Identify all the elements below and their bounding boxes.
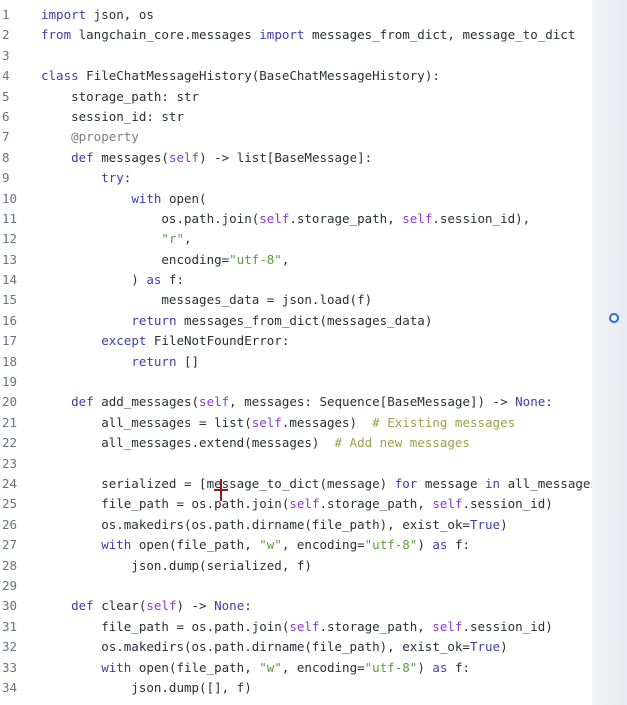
line-number: 24	[2, 475, 18, 491]
line-number: 11	[2, 210, 18, 226]
line-number: 10	[2, 190, 18, 206]
code-line[interactable]: os.makedirs(os.path.dirname(file_path), …	[41, 515, 592, 535]
line-number: 31	[2, 618, 18, 634]
code-line[interactable]: class FileChatMessageHistory(BaseChatMes…	[41, 66, 592, 86]
line-number: 22	[2, 435, 18, 451]
code-line[interactable]: @property	[41, 127, 592, 147]
line-number: 17	[2, 333, 18, 349]
line-number: 6	[2, 108, 10, 124]
code-line[interactable]	[41, 46, 592, 66]
code-line[interactable]: serialized = [message_to_dict(message) f…	[41, 474, 592, 494]
line-number: 15	[2, 292, 18, 308]
scrollbar-track[interactable]	[592, 0, 627, 705]
line-number: 14	[2, 272, 18, 288]
line-number: 8	[2, 149, 10, 165]
line-number: 12	[2, 231, 18, 247]
code-line[interactable]	[41, 576, 592, 596]
code-line[interactable]: def add_messages(self, messages: Sequenc…	[41, 392, 592, 412]
code-line[interactable]: file_path = os.path.join(self.storage_pa…	[41, 494, 592, 514]
code-line[interactable]: with open(	[41, 189, 592, 209]
line-number: 30	[2, 598, 18, 614]
code-line[interactable]: session_id: str	[41, 107, 592, 127]
code-line[interactable]	[41, 454, 592, 474]
code-line[interactable]: import json, os	[41, 5, 592, 25]
code-line[interactable]: from langchain_core.messages import mess…	[41, 25, 592, 45]
code-editor[interactable]: 1 2 3 4 5 6 7 8 9 10 11 12 13 14 15 16 17 18 19 20 21 22 23 24 2…	[0, 0, 592, 705]
line-number: 16	[2, 312, 18, 328]
line-number: 21	[2, 414, 18, 430]
line-number: 7	[2, 129, 10, 145]
code-line[interactable]: all_messages = list(self.messages) # Exi…	[41, 413, 592, 433]
mouse-cursor-icon	[214, 479, 228, 501]
line-number: 5	[2, 88, 10, 104]
line-number: 19	[2, 374, 18, 390]
line-number: 33	[2, 659, 18, 675]
code-line[interactable]: os.path.join(self.storage_path, self.ses…	[41, 209, 592, 229]
code-line[interactable]: all_messages.extend(messages) # Add new …	[41, 433, 592, 453]
line-number: 1	[2, 7, 10, 22]
line-number: 3	[2, 47, 10, 63]
line-number: 20	[2, 394, 18, 410]
code-line[interactable]: ) as f:	[41, 270, 592, 290]
line-number: 27	[2, 537, 18, 553]
code-area[interactable]: import json, os from langchain_core.messa…	[41, 5, 592, 698]
code-line[interactable]: with open(file_path, "w", encoding="utf-…	[41, 658, 592, 678]
scrollbar-thumb[interactable]	[609, 313, 619, 323]
line-number: 34	[2, 679, 18, 695]
code-line[interactable]: return []	[41, 352, 592, 372]
code-line[interactable]: file_path = os.path.join(self.storage_pa…	[41, 617, 592, 637]
line-number: 29	[2, 577, 18, 593]
code-line[interactable]: with open(file_path, "w", encoding="utf-…	[41, 535, 592, 555]
code-line[interactable]: except FileNotFoundError:	[41, 331, 592, 351]
line-number: 2	[2, 27, 10, 43]
line-number: 18	[2, 353, 18, 369]
line-number: 23	[2, 455, 18, 471]
line-number: 13	[2, 251, 18, 267]
code-line[interactable]: "r",	[41, 229, 592, 249]
code-line[interactable]: messages_data = json.load(f)	[41, 290, 592, 310]
code-line[interactable]: storage_path: str	[41, 87, 592, 107]
code-line[interactable]: def clear(self) -> None:	[41, 596, 592, 616]
line-number-gutter: 1 2 3 4 5 6 7 8 9 10 11 12 13 14 15 16 17 18 19 20 21 22 23 24 2…	[0, 5, 30, 698]
line-number: 9	[2, 170, 10, 186]
line-number: 26	[2, 516, 18, 532]
line-number: 32	[2, 639, 18, 655]
line-number: 4	[2, 68, 10, 84]
code-line[interactable]: def messages(self) -> list[BaseMessage]:	[41, 148, 592, 168]
code-line[interactable]: return messages_from_dict(messages_data)	[41, 311, 592, 331]
line-number: 28	[2, 557, 18, 573]
code-line[interactable]: json.dump([], f)	[41, 678, 592, 698]
code-line[interactable]: encoding="utf-8",	[41, 250, 592, 270]
line-number: 25	[2, 496, 18, 512]
code-line[interactable]: try:	[41, 168, 592, 188]
code-line[interactable]: os.makedirs(os.path.dirname(file_path), …	[41, 637, 592, 657]
code-line[interactable]	[41, 372, 592, 392]
code-line[interactable]: json.dump(serialized, f)	[41, 556, 592, 576]
